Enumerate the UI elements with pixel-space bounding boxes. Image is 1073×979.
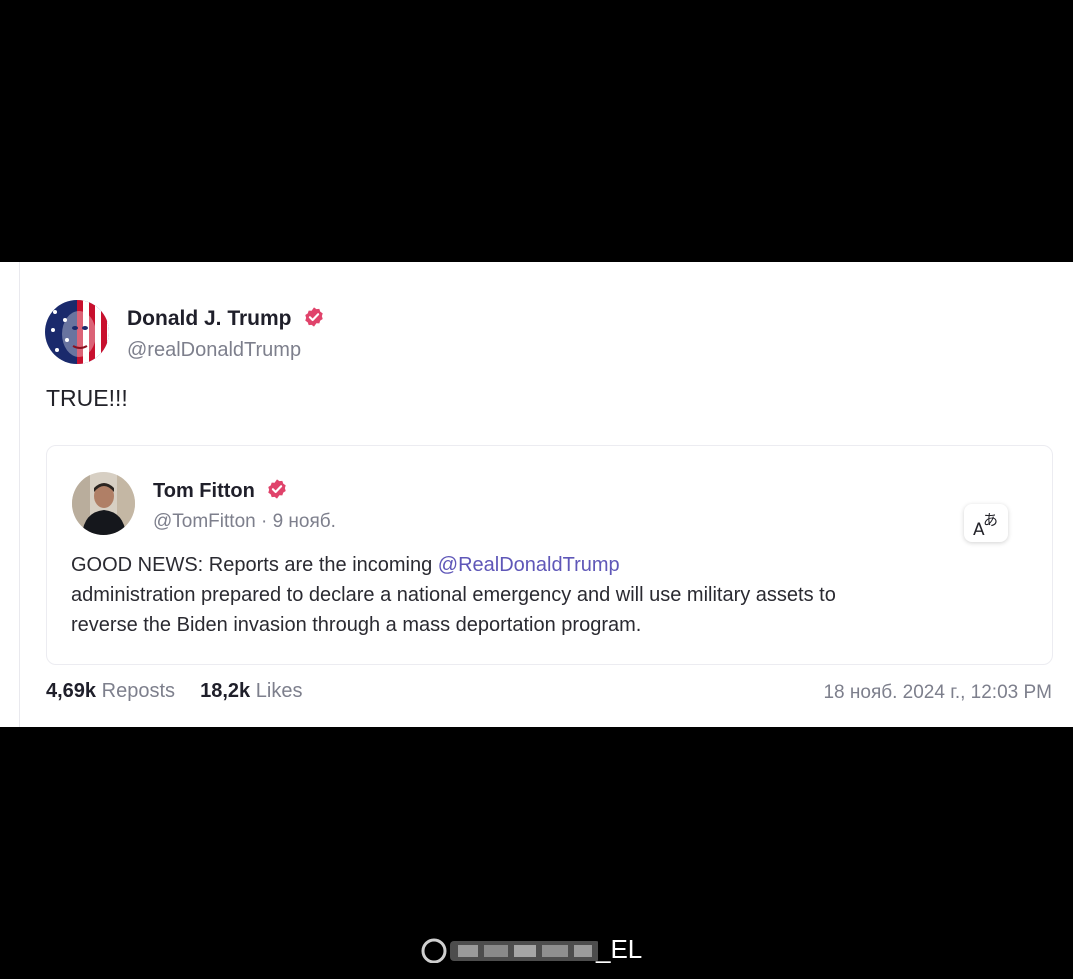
quoted-post-card[interactable]: Tom Fitton @TomFitton · 9 нояб. A あ GOOD… (46, 445, 1053, 665)
reposts-label: Reposts (101, 680, 175, 702)
svg-text:あ: あ (983, 511, 998, 529)
likes-label: Likes (255, 680, 303, 702)
post-timestamp[interactable]: 18 нояб. 2024 г., 12:03 PM (823, 682, 1052, 704)
watermark-text: _EL (596, 934, 643, 964)
post-text: TRUE!!! (46, 385, 128, 411)
quote-author-avatar[interactable] (72, 472, 135, 535)
quote-body: GOOD NEWS: Reports are the incoming @Rea… (71, 550, 1031, 640)
watermark-logo-icon (421, 938, 598, 963)
likes-count: 18,2k (200, 680, 251, 702)
watermark: _EL (418, 934, 642, 970)
author-avatar[interactable] (45, 300, 109, 364)
translate-button[interactable]: A あ (964, 504, 1008, 542)
quote-body-line: administration prepared to declare a nat… (71, 584, 836, 606)
author-handle[interactable]: @realDonaldTrump (127, 339, 301, 362)
quote-body-line: GOOD NEWS: Reports are the incoming @Rea… (71, 550, 1031, 580)
reposts-stat[interactable]: 4,69k Reposts (46, 680, 181, 702)
quote-author-name-text[interactable]: Tom Fitton (153, 480, 255, 502)
reposts-count: 4,69k (46, 680, 97, 702)
author-name-text[interactable]: Donald J. Trump (127, 307, 292, 330)
author-name[interactable]: Donald J. Trump (127, 306, 325, 331)
likes-stat[interactable]: 18,2k Likes (200, 680, 302, 702)
quote-author-handle-date[interactable]: @TomFitton · 9 нояб. (153, 511, 336, 533)
post-stats: 4,69k Reposts 18,2k Likes (46, 680, 302, 703)
translate-icon: A あ (973, 511, 998, 540)
verified-badge-icon (305, 307, 324, 327)
verified-badge-icon (268, 479, 287, 499)
quote-body-text: GOOD NEWS: Reports are the incoming (71, 554, 438, 576)
mention-link[interactable]: @RealDonaldTrump (438, 554, 620, 576)
quote-author-name[interactable]: Tom Fitton (153, 478, 288, 503)
column-divider (19, 262, 20, 727)
quote-body-line: reverse the Biden invasion through a mas… (71, 614, 642, 636)
post-card: Donald J. Trump @realDonaldTrump TRUE!!!… (0, 262, 1073, 727)
